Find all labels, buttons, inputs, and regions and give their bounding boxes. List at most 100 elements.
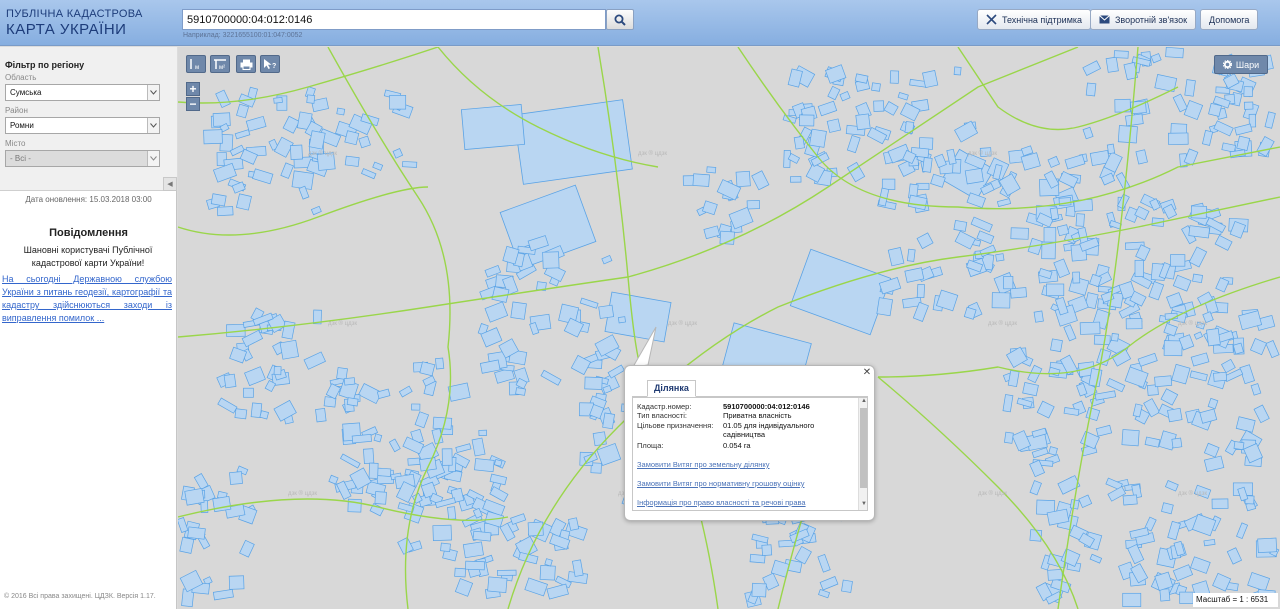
city-select[interactable]: - Всі - [5,150,160,167]
parcel [706,166,717,174]
parcel [411,403,421,411]
measure-area-button[interactable]: м² [210,55,230,73]
parcel [203,129,223,145]
parcel [1148,281,1165,301]
search-button[interactable] [606,9,634,30]
parcel [1184,79,1196,97]
purpose-value: 01.05 для індивідуального садівництва [723,421,815,439]
help-button[interactable]: Допомога [1200,9,1259,30]
map-watermark: дзк ® цдзк [968,150,997,157]
parcel [1203,538,1216,547]
parcel [243,387,254,398]
parcel [1171,437,1183,449]
parcel [826,118,842,133]
ownership-info-link[interactable]: Інформація про право власності та речові… [637,498,806,507]
parcel [692,173,710,187]
map-watermark: дзк ® цдзк [308,150,337,157]
parcel [1010,287,1028,299]
parcel [922,157,933,173]
parcel [1199,408,1218,424]
parcel [1159,588,1171,602]
parcel [212,495,232,513]
order-valuation-extract-link[interactable]: Замовити Витяг про нормативну грошову оц… [637,479,804,488]
parcel [1208,102,1222,117]
parcel [1094,390,1117,401]
zoom-in-button[interactable]: + [186,82,200,96]
parcel [308,130,326,150]
parcel [1243,101,1254,110]
parcel [487,576,508,593]
parcel [1106,377,1126,393]
parcel [402,161,418,168]
parcel [210,193,227,207]
district-select[interactable]: Ромни [5,117,160,134]
parcel [1203,442,1220,458]
parcel [212,112,231,127]
search-hint: Наприклад: 3221655100:01:047:0052 [183,32,303,39]
print-button[interactable] [236,55,256,73]
parcel [1221,142,1237,153]
news-link[interactable]: На сьогодні Державною службою України з … [2,273,172,325]
parcel [1253,404,1270,424]
parcel [1233,441,1245,451]
parcel [1192,273,1204,284]
site-logo[interactable]: ПУБЛІЧНА КАДАСТРОВА КАРТА УКРАЇНИ [6,8,143,38]
parcel [484,301,509,323]
scroll-up-icon[interactable]: ▲ [859,398,867,407]
scroll-thumb[interactable] [860,408,867,488]
zoom-out-button[interactable]: − [186,97,200,111]
parcel [306,94,316,104]
parcel [1207,397,1219,410]
collapse-sidebar-button[interactable]: ◀ [163,177,177,191]
tools-icon [986,14,997,25]
tab-parcel[interactable]: Ділянка [647,380,696,397]
parcel [372,161,384,171]
order-parcel-extract-link[interactable]: Замовити Витяг про земельну ділянку [637,460,770,469]
parcel [234,408,248,420]
chevron-down-icon [147,118,159,133]
close-icon: ✕ [862,367,872,378]
parcel [1122,494,1138,506]
parcel [1029,480,1042,496]
parcel [510,301,527,320]
parcel [388,438,401,453]
map-canvas[interactable]: дзк ® цдзк дзк ® цдзк дзк ® цдзк дзк ® цдзк… [178,47,1280,609]
parcel [916,182,930,190]
parcel [1085,407,1101,422]
parcel [1213,371,1228,382]
map-watermark: дзк ® цдзк [988,320,1017,327]
parcel [1121,429,1140,447]
parcel [1056,224,1070,237]
tech-support-button[interactable]: Технічна підтримка [977,9,1092,30]
parcel [1096,348,1112,367]
identify-button[interactable]: ? [260,55,280,73]
cadastral-map[interactable]: дзк ® цдзк дзк ® цдзк дзк ® цдзк дзк ® цдзк… [178,47,1280,609]
popup-scrollbar[interactable]: ▲ ▼ [858,398,867,510]
parcel [995,253,1005,262]
parcel [1168,132,1189,145]
parcel [1164,480,1179,492]
parcel [1203,455,1225,473]
parcel [493,459,503,467]
parcel [954,230,976,250]
parcel [1163,340,1183,357]
parcel [922,70,939,89]
cadastre-search-input[interactable] [182,9,606,30]
search-icon [614,14,626,26]
feedback-button[interactable]: Зворотній зв'язок [1090,9,1197,30]
parcel [1106,143,1116,155]
measure-distance-button[interactable]: м [186,55,206,73]
parcel [524,577,548,597]
parcel [1064,154,1086,170]
parcel [916,232,934,250]
region-select[interactable]: Сумська [5,84,160,101]
close-popup-button[interactable]: ✕ [862,368,872,378]
layers-button[interactable]: Шари [1214,55,1268,74]
chevron-down-icon [147,85,159,100]
scroll-down-icon[interactable]: ▼ [859,501,867,510]
layers-label: Шари [1235,59,1260,70]
ruler-icon: м [190,59,199,70]
parcel [887,246,905,267]
parcel [325,383,341,400]
parcel [1189,370,1208,382]
